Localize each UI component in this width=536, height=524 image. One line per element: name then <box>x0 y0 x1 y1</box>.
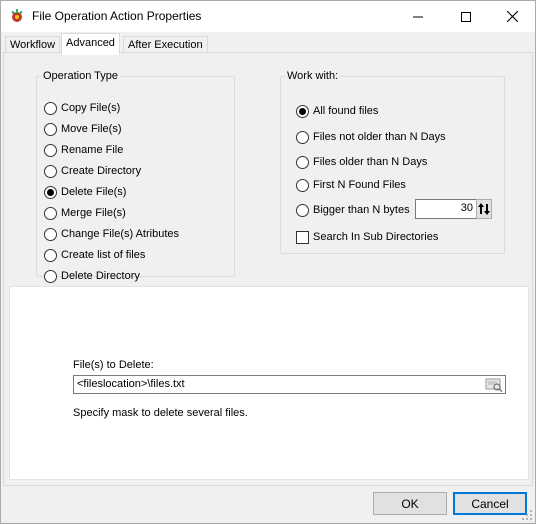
radio-create-list[interactable]: Create list of files <box>44 247 145 263</box>
radio-label: Merge File(s) <box>61 207 126 219</box>
radio-label: All found files <box>313 105 379 117</box>
radio-button[interactable] <box>44 227 57 241</box>
radio-button-selected[interactable] <box>44 185 57 199</box>
radio-button[interactable] <box>296 203 309 217</box>
radio-label: Create list of files <box>61 249 146 261</box>
cancel-button[interactable]: Cancel <box>453 492 527 515</box>
radio-move-files[interactable]: Move File(s) <box>44 121 122 137</box>
button-bar: OK Cancel <box>1 487 535 523</box>
radio-rename-file[interactable]: Rename File <box>44 142 123 158</box>
radio-button-selected[interactable] <box>296 104 309 118</box>
files-to-delete-value: <fileslocation>\files.txt <box>77 378 185 390</box>
files-to-delete-input[interactable]: <fileslocation>\files.txt <box>73 375 506 394</box>
radio-button[interactable] <box>296 130 309 144</box>
radio-button[interactable] <box>44 164 57 178</box>
maximize-button[interactable] <box>443 1 489 32</box>
operation-type-group: Operation Type Copy File(s) Move File(s)… <box>36 70 235 283</box>
tab-advanced[interactable]: Advanced <box>61 33 120 55</box>
subdirs-checkbox-row[interactable]: Search In Sub Directories <box>296 229 438 245</box>
operation-type-legend: Operation Type <box>43 70 119 82</box>
work-with-legend: Work with: <box>287 70 339 82</box>
files-to-delete-label: File(s) to Delete: <box>73 359 154 371</box>
bytes-spinner[interactable] <box>476 199 492 219</box>
close-button[interactable] <box>489 1 535 32</box>
work-with-group: Work with: All found files Files not old… <box>280 70 505 254</box>
radio-label: Delete Directory <box>61 270 140 282</box>
resize-grip-icon[interactable] <box>521 509 533 521</box>
radio-button[interactable] <box>44 269 57 283</box>
radio-label: Change File(s) Atributes <box>61 228 179 240</box>
properties-dialog: File Operation Action Properties Workflo… <box>0 0 536 524</box>
radio-label: Delete File(s) <box>61 186 127 198</box>
radio-button[interactable] <box>44 122 57 136</box>
radio-button[interactable] <box>44 143 57 157</box>
advanced-panel: Operation Type Copy File(s) Move File(s)… <box>3 52 533 486</box>
radio-button[interactable] <box>44 101 57 115</box>
radio-label: Copy File(s) <box>61 102 121 114</box>
radio-older-than[interactable]: Files older than N Days <box>296 154 427 170</box>
details-area: File(s) to Delete: <fileslocation>\files… <box>9 286 529 480</box>
minimize-button[interactable] <box>395 1 441 32</box>
delete-hint: Specify mask to delete several files. <box>73 407 248 419</box>
radio-label: Create Directory <box>61 165 142 177</box>
maximize-icon <box>461 11 471 22</box>
radio-button[interactable] <box>296 155 309 169</box>
minimize-icon <box>413 16 423 17</box>
title-bar[interactable]: File Operation Action Properties <box>1 1 535 32</box>
app-gear-icon <box>11 9 23 22</box>
radio-label: Files older than N Days <box>313 156 428 168</box>
radio-first-n-found[interactable]: First N Found Files <box>296 177 406 193</box>
bytes-input[interactable]: 30 <box>415 199 477 219</box>
radio-label: First N Found Files <box>313 179 406 191</box>
browse-icon[interactable] <box>485 377 503 392</box>
radio-all-found-files[interactable]: All found files <box>296 103 378 119</box>
radio-create-directory[interactable]: Create Directory <box>44 163 141 179</box>
subdirs-checkbox[interactable] <box>296 230 309 244</box>
radio-delete-directory[interactable]: Delete Directory <box>44 268 140 284</box>
radio-delete-files[interactable]: Delete File(s) <box>44 184 126 200</box>
radio-label: Bigger than N bytes <box>313 204 410 216</box>
radio-not-older-than[interactable]: Files not older than N Days <box>296 129 446 145</box>
radio-change-attributes[interactable]: Change File(s) Atributes <box>44 226 179 242</box>
radio-button[interactable] <box>296 178 309 192</box>
subdirs-label: Search In Sub Directories <box>313 231 439 243</box>
radio-label: Move File(s) <box>61 123 122 135</box>
window-title: File Operation Action Properties <box>32 9 202 23</box>
radio-copy-files[interactable]: Copy File(s) <box>44 100 120 116</box>
ok-button[interactable]: OK <box>373 492 447 515</box>
spin-arrows-icon <box>478 203 490 215</box>
radio-merge-files[interactable]: Merge File(s) <box>44 205 126 221</box>
close-icon <box>506 11 518 22</box>
radio-button[interactable] <box>44 206 57 220</box>
radio-button[interactable] <box>44 248 57 262</box>
radio-bigger-than[interactable]: Bigger than N bytes <box>296 202 410 218</box>
radio-label: Files not older than N Days <box>313 131 446 143</box>
radio-label: Rename File <box>61 144 124 156</box>
